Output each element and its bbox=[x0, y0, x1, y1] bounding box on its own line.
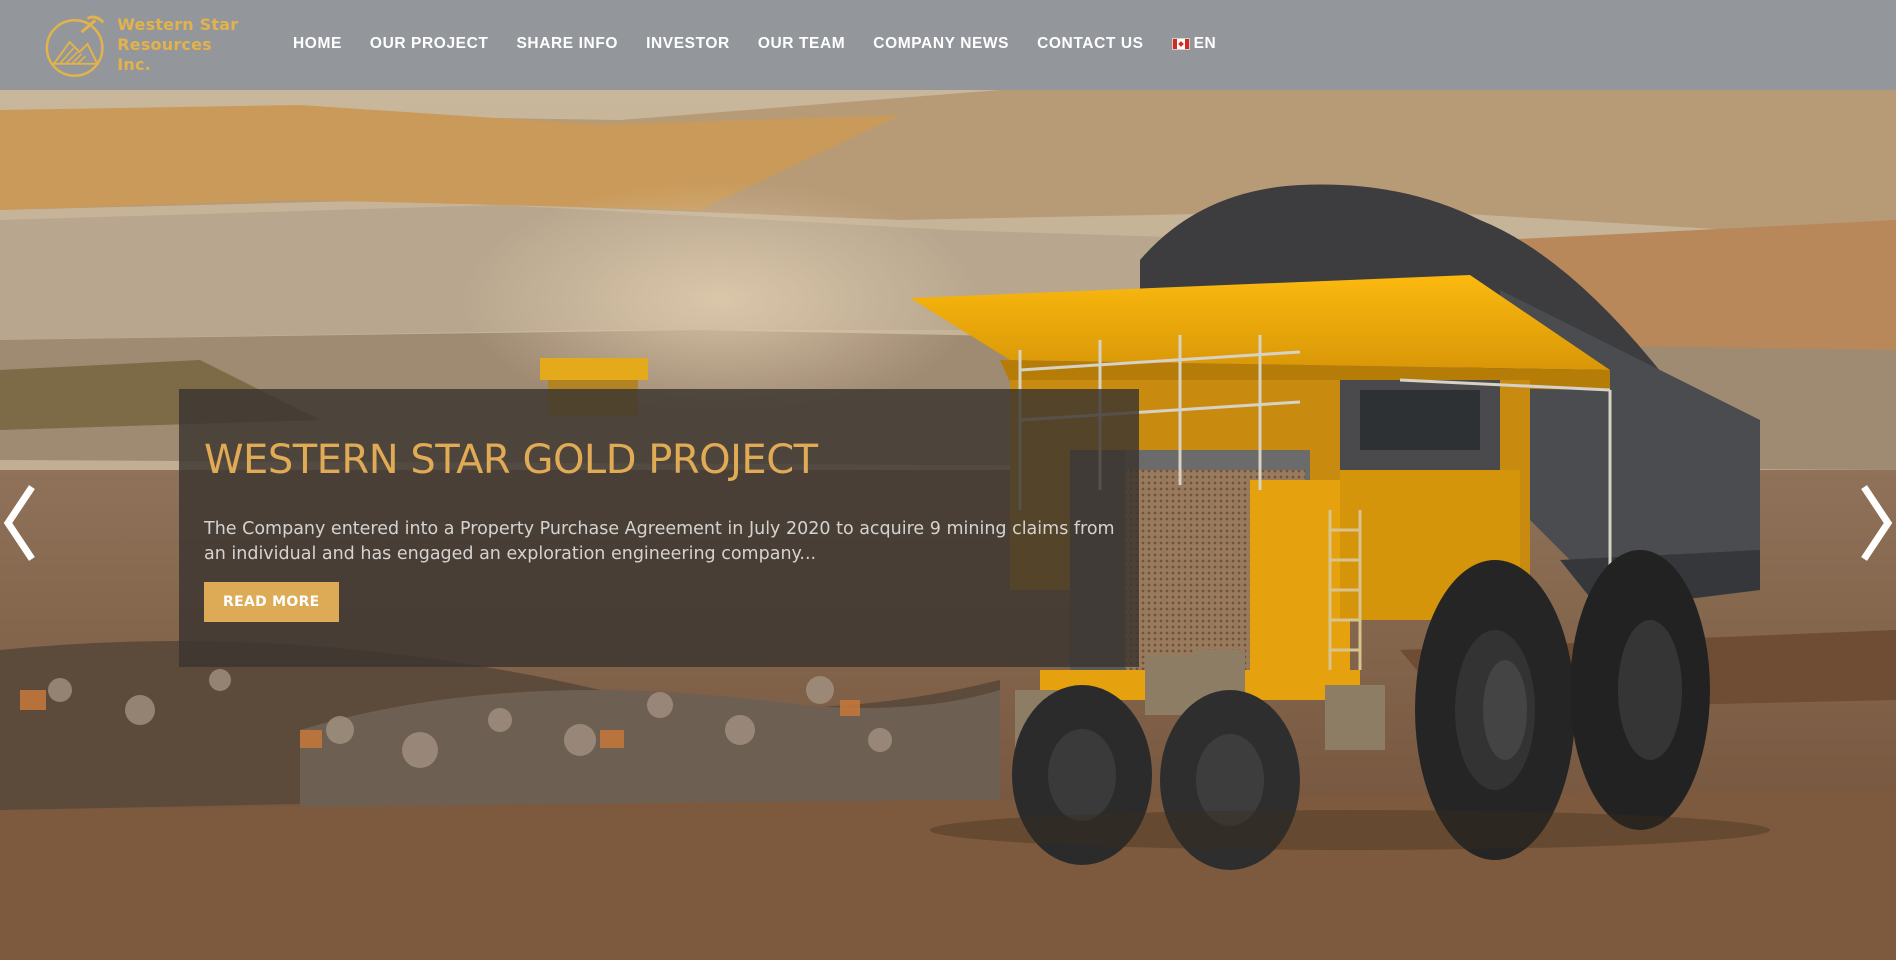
chevron-left-icon[interactable] bbox=[0, 478, 40, 568]
language-switcher[interactable]: EN bbox=[1171, 35, 1217, 53]
chevron-right-icon[interactable] bbox=[1856, 478, 1896, 568]
main-nav: HOME OUR PROJECT SHARE INFO INVESTOR OUR… bbox=[293, 0, 1216, 88]
nav-home[interactable]: HOME bbox=[293, 35, 342, 53]
logo-link[interactable]: Western Star Resources Inc. bbox=[40, 10, 250, 80]
nav-share-info[interactable]: SHARE INFO bbox=[516, 35, 618, 53]
nav-our-team[interactable]: OUR TEAM bbox=[758, 35, 845, 53]
logo-line-2: Resources Inc. bbox=[117, 35, 212, 74]
hero-slider: WESTERN STAR GOLD PROJECT The Company en… bbox=[0, 90, 1896, 960]
logo-text: Western Star Resources Inc. bbox=[117, 15, 250, 75]
page: Western Star Resources Inc. HOME OUR PRO… bbox=[0, 0, 1896, 960]
site-header: Western Star Resources Inc. HOME OUR PRO… bbox=[0, 0, 1896, 90]
slide-title: WESTERN STAR GOLD PROJECT bbox=[204, 437, 818, 483]
language-label: EN bbox=[1193, 35, 1217, 52]
slide-description: The Company entered into a Property Purc… bbox=[204, 519, 1115, 564]
slide-caption: WESTERN STAR GOLD PROJECT The Company en… bbox=[179, 389, 1139, 667]
nav-company-news[interactable]: COMPANY NEWS bbox=[873, 35, 1009, 53]
logo-emblem-icon bbox=[45, 15, 105, 77]
read-more-button[interactable]: READ MORE bbox=[204, 582, 339, 622]
nav-our-project[interactable]: OUR PROJECT bbox=[370, 35, 489, 53]
logo-line-1: Western Star bbox=[117, 15, 239, 34]
canada-flag-icon bbox=[1171, 38, 1190, 50]
nav-contact-us[interactable]: CONTACT US bbox=[1037, 35, 1143, 53]
nav-investor[interactable]: INVESTOR bbox=[646, 35, 730, 53]
